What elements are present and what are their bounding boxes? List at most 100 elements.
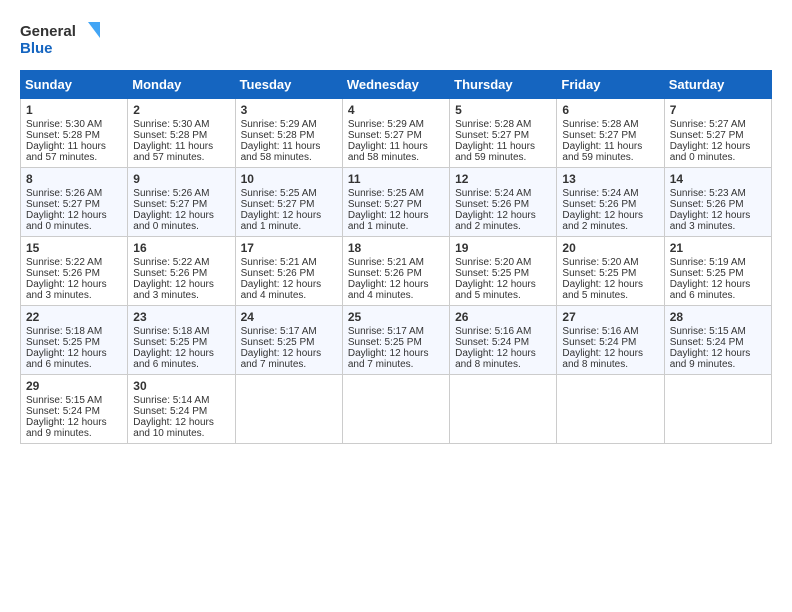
sunrise-text: Sunrise: 5:20 AM: [562, 257, 638, 268]
calendar-cell: [342, 375, 449, 444]
calendar-cell: 9 Sunrise: 5:26 AMSunset: 5:27 PMDaylight…: [128, 168, 235, 237]
logo-svg: General Blue: [20, 20, 100, 60]
calendar-cell: 16Sunrise: 5:22 AMSunset: 5:26 PMDayligh…: [128, 237, 235, 306]
calendar-cell: 5Sunrise: 5:28 AMSunset: 5:27 PMDaylight…: [450, 99, 557, 168]
week-row-5: 29Sunrise: 5:15 AMSunset: 5:24 PMDayligh…: [21, 375, 772, 444]
daylight-text: Daylight: 12 hours and 5 minutes.: [562, 279, 643, 301]
sunset-text: Sunset: 5:24 PM: [670, 337, 744, 348]
day-number: 13: [562, 172, 658, 186]
daylight-text: Daylight: 11 hours and 59 minutes.: [455, 141, 535, 163]
week-row-3: 15Sunrise: 5:22 AMSunset: 5:26 PMDayligh…: [21, 237, 772, 306]
sunrise-text: Sunrise: 5:15 AM: [26, 395, 102, 406]
day-number: 14: [670, 172, 766, 186]
calendar-table: SundayMondayTuesdayWednesdayThursdayFrid…: [20, 70, 772, 444]
sunset-text: Sunset: 5:25 PM: [26, 337, 100, 348]
calendar-cell: 4Sunrise: 5:29 AMSunset: 5:27 PMDaylight…: [342, 99, 449, 168]
sunset-text: Sunset: 5:25 PM: [670, 268, 744, 279]
daylight-text: Daylight: 12 hours and 0 minutes.: [26, 210, 107, 232]
sunrise-text: Sunrise: 5:21 AM: [348, 257, 424, 268]
sunset-text: Sunset: 5:26 PM: [670, 199, 744, 210]
day-number: 18: [348, 241, 444, 255]
page-header: General Blue: [20, 20, 772, 60]
daylight-text: Daylight: 12 hours and 2 minutes.: [455, 210, 536, 232]
calendar-cell: 15Sunrise: 5:22 AMSunset: 5:26 PMDayligh…: [21, 237, 128, 306]
sunset-text: Sunset: 5:27 PM: [562, 130, 636, 141]
sunrise-text: Sunrise: 5:18 AM: [133, 326, 209, 337]
daylight-text: Daylight: 12 hours and 3 minutes.: [26, 279, 107, 301]
sunset-text: Sunset: 5:28 PM: [26, 130, 100, 141]
sunset-text: Sunset: 5:27 PM: [348, 130, 422, 141]
day-number: 16: [133, 241, 229, 255]
sunrise-text: Sunrise: 5:30 AM: [133, 119, 209, 130]
calendar-cell: [235, 375, 342, 444]
calendar-cell: 17Sunrise: 5:21 AMSunset: 5:26 PMDayligh…: [235, 237, 342, 306]
daylight-text: Daylight: 12 hours and 6 minutes.: [26, 348, 107, 370]
calendar-cell: [664, 375, 771, 444]
daylight-text: Daylight: 12 hours and 4 minutes.: [348, 279, 429, 301]
sunrise-text: Sunrise: 5:26 AM: [133, 188, 209, 199]
day-number: 15: [26, 241, 122, 255]
day-number: 27: [562, 310, 658, 324]
daylight-text: Daylight: 12 hours and 7 minutes.: [241, 348, 322, 370]
calendar-cell: 13Sunrise: 5:24 AMSunset: 5:26 PMDayligh…: [557, 168, 664, 237]
calendar-cell: 20Sunrise: 5:20 AMSunset: 5:25 PMDayligh…: [557, 237, 664, 306]
calendar-cell: 19Sunrise: 5:20 AMSunset: 5:25 PMDayligh…: [450, 237, 557, 306]
daylight-text: Daylight: 11 hours and 58 minutes.: [241, 141, 321, 163]
sunset-text: Sunset: 5:27 PM: [26, 199, 100, 210]
sunset-text: Sunset: 5:27 PM: [133, 199, 207, 210]
day-number: 11: [348, 172, 444, 186]
daylight-text: Daylight: 12 hours and 5 minutes.: [455, 279, 536, 301]
sunset-text: Sunset: 5:27 PM: [455, 130, 529, 141]
day-number: 28: [670, 310, 766, 324]
day-number: 26: [455, 310, 551, 324]
sunset-text: Sunset: 5:26 PM: [241, 268, 315, 279]
day-number: 5: [455, 103, 551, 117]
sunset-text: Sunset: 5:27 PM: [348, 199, 422, 210]
daylight-text: Daylight: 12 hours and 3 minutes.: [133, 279, 214, 301]
daylight-text: Daylight: 12 hours and 4 minutes.: [241, 279, 322, 301]
sunrise-text: Sunrise: 5:26 AM: [26, 188, 102, 199]
day-number: 8: [26, 172, 122, 186]
day-number: 10: [241, 172, 337, 186]
day-number: 20: [562, 241, 658, 255]
daylight-text: Daylight: 12 hours and 9 minutes.: [26, 417, 107, 439]
calendar-cell: 25Sunrise: 5:17 AMSunset: 5:25 PMDayligh…: [342, 306, 449, 375]
week-row-1: 1Sunrise: 5:30 AMSunset: 5:28 PMDaylight…: [21, 99, 772, 168]
sunrise-text: Sunrise: 5:27 AM: [670, 119, 746, 130]
calendar-cell: 30Sunrise: 5:14 AMSunset: 5:24 PMDayligh…: [128, 375, 235, 444]
daylight-text: Daylight: 12 hours and 7 minutes.: [348, 348, 429, 370]
day-number: 19: [455, 241, 551, 255]
sunrise-text: Sunrise: 5:18 AM: [26, 326, 102, 337]
daylight-text: Daylight: 12 hours and 0 minutes.: [133, 210, 214, 232]
calendar-cell: 28Sunrise: 5:15 AMSunset: 5:24 PMDayligh…: [664, 306, 771, 375]
daylight-text: Daylight: 12 hours and 0 minutes.: [670, 141, 751, 163]
day-number: 22: [26, 310, 122, 324]
day-number: 9: [133, 172, 229, 186]
sunset-text: Sunset: 5:24 PM: [133, 406, 207, 417]
day-number: 2: [133, 103, 229, 117]
day-number: 24: [241, 310, 337, 324]
daylight-text: Daylight: 11 hours and 57 minutes.: [133, 141, 213, 163]
calendar-cell: 6Sunrise: 5:28 AMSunset: 5:27 PMDaylight…: [557, 99, 664, 168]
sunset-text: Sunset: 5:24 PM: [26, 406, 100, 417]
calendar-cell: 18Sunrise: 5:21 AMSunset: 5:26 PMDayligh…: [342, 237, 449, 306]
week-row-2: 8Sunrise: 5:26 AMSunset: 5:27 PMDaylight…: [21, 168, 772, 237]
day-number: 1: [26, 103, 122, 117]
calendar-cell: 1Sunrise: 5:30 AMSunset: 5:28 PMDaylight…: [21, 99, 128, 168]
day-header-thursday: Thursday: [450, 71, 557, 99]
daylight-text: Daylight: 12 hours and 6 minutes.: [670, 279, 751, 301]
calendar-cell: 14Sunrise: 5:23 AMSunset: 5:26 PMDayligh…: [664, 168, 771, 237]
calendar-cell: 3Sunrise: 5:29 AMSunset: 5:28 PMDaylight…: [235, 99, 342, 168]
calendar-cell: [450, 375, 557, 444]
day-number: 21: [670, 241, 766, 255]
sunrise-text: Sunrise: 5:25 AM: [348, 188, 424, 199]
daylight-text: Daylight: 12 hours and 1 minute.: [241, 210, 322, 232]
day-header-tuesday: Tuesday: [235, 71, 342, 99]
sunset-text: Sunset: 5:27 PM: [241, 199, 315, 210]
sunset-text: Sunset: 5:25 PM: [348, 337, 422, 348]
day-number: 12: [455, 172, 551, 186]
sunrise-text: Sunrise: 5:16 AM: [455, 326, 531, 337]
calendar-cell: 10Sunrise: 5:25 AMSunset: 5:27 PMDayligh…: [235, 168, 342, 237]
day-header-monday: Monday: [128, 71, 235, 99]
sunset-text: Sunset: 5:28 PM: [241, 130, 315, 141]
